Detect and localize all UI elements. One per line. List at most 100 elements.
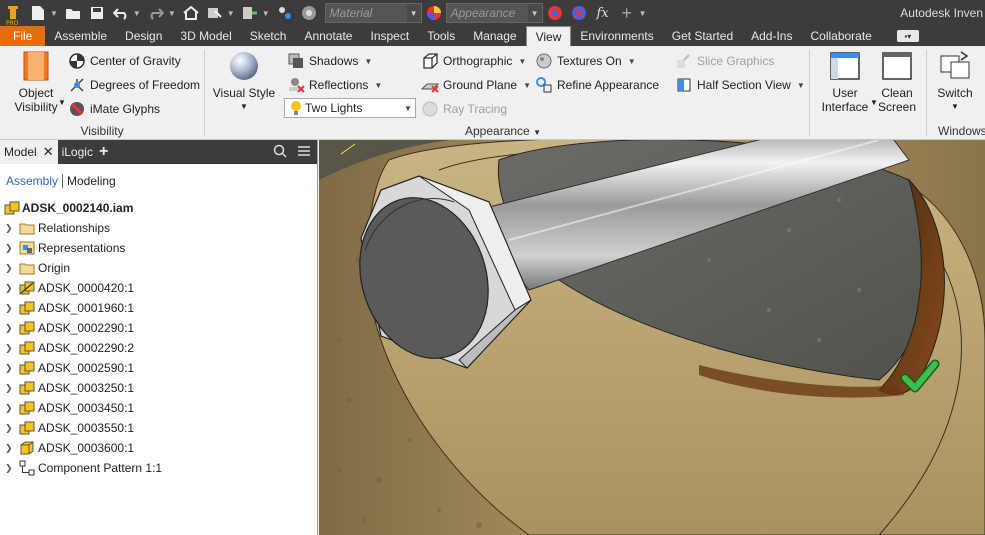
new-dropdown-icon[interactable]: ▼ [50, 9, 58, 18]
tree-item[interactable]: ❯ ADSK_0002590:1 [5, 358, 134, 378]
chevron-right-icon[interactable]: ❯ [5, 363, 15, 374]
chevron-right-icon[interactable]: ❯ [5, 323, 15, 334]
tab-get-started[interactable]: Get Started [663, 26, 742, 46]
orthographic-button[interactable]: Orthographic ▼ [421, 50, 526, 72]
reflections-button[interactable]: Reflections ▼ [287, 74, 382, 96]
tab-view[interactable]: View [525, 26, 572, 46]
chevron-right-icon[interactable]: ❯ [5, 343, 15, 354]
tab-tools[interactable]: Tools [418, 26, 464, 46]
search-icon[interactable] [273, 144, 287, 158]
tab-annotate[interactable]: Annotate [295, 26, 361, 46]
tree-item[interactable]: ❯ ADSK_0003250:1 [5, 378, 134, 398]
lighting-style-select[interactable]: Two Lights ▼ [284, 98, 416, 118]
chevron-down-icon[interactable]: ▼ [406, 4, 421, 22]
tab-environments[interactable]: Environments [571, 26, 662, 46]
tree-item[interactable]: ❯ ADSK_0003600:1 [5, 438, 134, 458]
home-icon[interactable] [180, 2, 202, 24]
ray-tracing-button[interactable]: Ray Tracing [421, 98, 507, 120]
select-icon[interactable] [204, 2, 226, 24]
undo-dropdown-icon[interactable]: ▼ [133, 9, 141, 18]
close-icon[interactable]: ✕ [43, 144, 54, 160]
chevron-right-icon[interactable]: ❯ [5, 423, 15, 434]
add-browser-tab-icon[interactable]: + [99, 143, 108, 161]
half-section-dropdown-icon[interactable]: ▼ [797, 81, 805, 90]
chevron-right-icon[interactable]: ❯ [5, 283, 15, 294]
appearance-panel-expand-icon[interactable]: ▼ [533, 128, 541, 137]
open-folder-icon[interactable] [62, 2, 84, 24]
degrees-of-freedom-button[interactable]: Degrees of Freedom [68, 74, 200, 96]
redo-icon[interactable] [145, 2, 167, 24]
chevron-right-icon[interactable]: ❯ [5, 463, 15, 474]
select-dropdown-icon[interactable]: ▼ [227, 9, 235, 18]
save-icon[interactable] [86, 2, 108, 24]
chevron-right-icon[interactable]: ❯ [5, 223, 15, 234]
tab-add-ins[interactable]: Add-Ins [742, 26, 801, 46]
orthographic-dropdown-icon[interactable]: ▼ [518, 57, 526, 66]
visual-style-dropdown-icon[interactable]: ▼ [240, 100, 248, 114]
tree-item[interactable]: ❯ Component Pattern 1:1 [5, 458, 162, 478]
appearance-panel-title[interactable]: Appearance ▼ [465, 124, 541, 138]
browser-tab-model[interactable]: Model ✕ [0, 140, 58, 164]
tree-item[interactable]: ❯ ADSK_0000420:1 [5, 278, 134, 298]
switch-window-button[interactable]: Switch ▼ [934, 50, 976, 114]
chevron-right-icon[interactable]: ❯ [5, 443, 15, 454]
user-interface-button[interactable]: User Interface [820, 50, 870, 114]
clear-appearance-icon[interactable] [568, 2, 590, 24]
tree-item[interactable]: ❯ ADSK_0002290:1 [5, 318, 134, 338]
tree-item[interactable]: ❯ ADSK_0002290:2 [5, 338, 134, 358]
slice-graphics-button[interactable]: Slice Graphics [675, 50, 774, 72]
tab-inspect[interactable]: Inspect [361, 26, 418, 46]
tree-item[interactable]: ❯ Origin [5, 258, 70, 278]
material-combo[interactable]: Material ▼ [324, 3, 422, 23]
inventor-pro-logo-icon[interactable]: PRO [0, 0, 26, 26]
browser-tab-ilogic[interactable]: iLogic + [58, 140, 113, 164]
appearance-color-icon[interactable] [423, 2, 445, 24]
chevron-right-icon[interactable]: ❯ [5, 243, 15, 254]
tree-item[interactable]: ❯ Representations [5, 238, 125, 258]
tree-root-assembly[interactable]: ADSK_0002140.iam [4, 198, 133, 218]
tab-collaborate[interactable]: Collaborate [801, 26, 880, 46]
plus-icon[interactable]: + [616, 2, 638, 24]
chevron-right-icon[interactable]: ❯ [5, 303, 15, 314]
chevron-right-icon[interactable]: ❯ [5, 383, 15, 394]
fx-parameters-icon[interactable]: fx [592, 2, 614, 24]
modeling-mode-link[interactable]: Modeling [67, 174, 116, 188]
chevron-right-icon[interactable]: ❯ [5, 403, 15, 414]
ground-plane-dropdown-icon[interactable]: ▼ [523, 81, 531, 90]
shadows-dropdown-icon[interactable]: ▼ [364, 57, 372, 66]
tab-assemble[interactable]: Assemble [45, 26, 116, 46]
new-file-icon[interactable] [27, 2, 49, 24]
chevron-down-icon[interactable]: ▼ [401, 99, 415, 117]
tab-file[interactable]: File [0, 26, 46, 46]
object-visibility-dropdown-icon[interactable]: ▼ [58, 98, 66, 107]
tab-design[interactable]: Design [116, 26, 171, 46]
tree-item[interactable]: ❯ ADSK_0003450:1 [5, 398, 134, 418]
customize-dropdown-icon[interactable]: ▼ [639, 9, 647, 18]
textures-on-button[interactable]: Textures On ▼ [535, 50, 636, 72]
adjust-appearance-icon[interactable] [544, 2, 566, 24]
tree-item[interactable]: ❯ ADSK_0001960:1 [5, 298, 134, 318]
refine-appearance-button[interactable]: Refine Appearance [535, 74, 659, 96]
appearance-combo[interactable]: Appearance ▼ [445, 3, 543, 23]
imate-glyphs-button[interactable]: iMate Glyphs [68, 98, 160, 120]
tab-3d-model[interactable]: 3D Model [171, 26, 240, 46]
half-section-view-button[interactable]: Half Section View ▼ [675, 74, 805, 96]
textures-dropdown-icon[interactable]: ▼ [628, 57, 636, 66]
shadows-button[interactable]: Shadows ▼ [287, 50, 372, 72]
tab-manage[interactable]: Manage [464, 26, 525, 46]
undo-icon[interactable] [110, 2, 132, 24]
graphics-viewport[interactable] [319, 140, 985, 535]
ribbon-toggle-icon[interactable]: ▪▾ [896, 30, 919, 42]
redo-dropdown-icon[interactable]: ▼ [168, 9, 176, 18]
tree-item[interactable]: ❯ Relationships [5, 218, 110, 238]
visual-style-button[interactable]: Visual Style ▼ [211, 50, 277, 114]
assembly-mode-link[interactable]: Assembly [6, 174, 58, 188]
color-wheel-icon[interactable] [298, 2, 320, 24]
hamburger-menu-icon[interactable] [297, 144, 311, 158]
measure-icon[interactable] [274, 2, 296, 24]
update-dropdown-icon[interactable]: ▼ [262, 9, 270, 18]
update-icon[interactable] [239, 2, 261, 24]
ground-plane-button[interactable]: Ground Plane ▼ [421, 74, 531, 96]
clean-screen-button[interactable]: Clean Screen [876, 50, 918, 114]
switch-dropdown-icon[interactable]: ▼ [951, 100, 959, 114]
